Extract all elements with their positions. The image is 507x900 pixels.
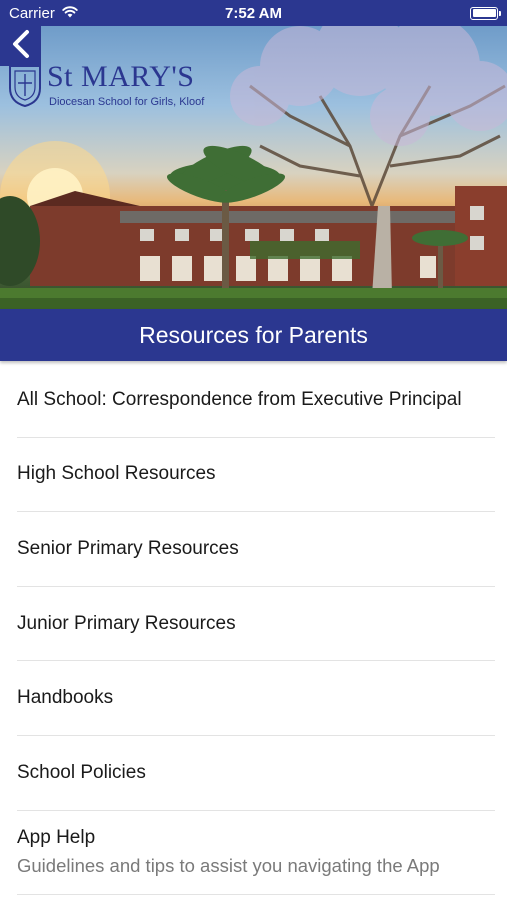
list-item-handbooks[interactable]: Handbooks <box>17 661 495 736</box>
status-left: Carrier <box>9 5 79 22</box>
logo-subtitle: Diocesan School for Girls, Kloof <box>49 96 205 108</box>
battery-icon <box>470 6 501 20</box>
list-item-senior-primary[interactable]: Senior Primary Resources <box>17 512 495 587</box>
status-bar: Carrier 7:52 AM <box>0 0 507 26</box>
carrier-label: Carrier <box>9 4 55 22</box>
list-item-school-policies[interactable]: School Policies <box>17 736 495 811</box>
logo-title: St MARY'S <box>47 60 195 93</box>
wifi-icon <box>61 5 79 22</box>
page-title: Resources for Parents <box>139 321 368 348</box>
list-item-app-help[interactable]: App Help Guidelines and tips to assist y… <box>17 811 495 895</box>
resource-list: All School: Correspondence from Executiv… <box>0 363 507 895</box>
list-item-correspondence[interactable]: All School: Correspondence from Executiv… <box>17 363 495 438</box>
list-item-title: High School Resources <box>17 463 216 485</box>
school-logo: St MARY'S Diocesan School for Girls, Klo… <box>7 56 207 140</box>
list-item-title: All School: Correspondence from Executiv… <box>17 388 462 410</box>
list-item-subtitle: Guidelines and tips to assist you naviga… <box>17 855 440 877</box>
list-item-title: Senior Primary Resources <box>17 537 239 559</box>
list-item-junior-primary[interactable]: Junior Primary Resources <box>17 587 495 662</box>
list-item-title: School Policies <box>17 761 146 783</box>
list-item-title: Handbooks <box>17 687 114 709</box>
list-item-title: Junior Primary Resources <box>17 612 236 634</box>
page-title-banner: Resources for Parents <box>0 309 507 361</box>
crest-icon <box>7 56 43 108</box>
list-item-title: App Help <box>17 827 96 849</box>
list-item-high-school[interactable]: High School Resources <box>17 438 495 513</box>
